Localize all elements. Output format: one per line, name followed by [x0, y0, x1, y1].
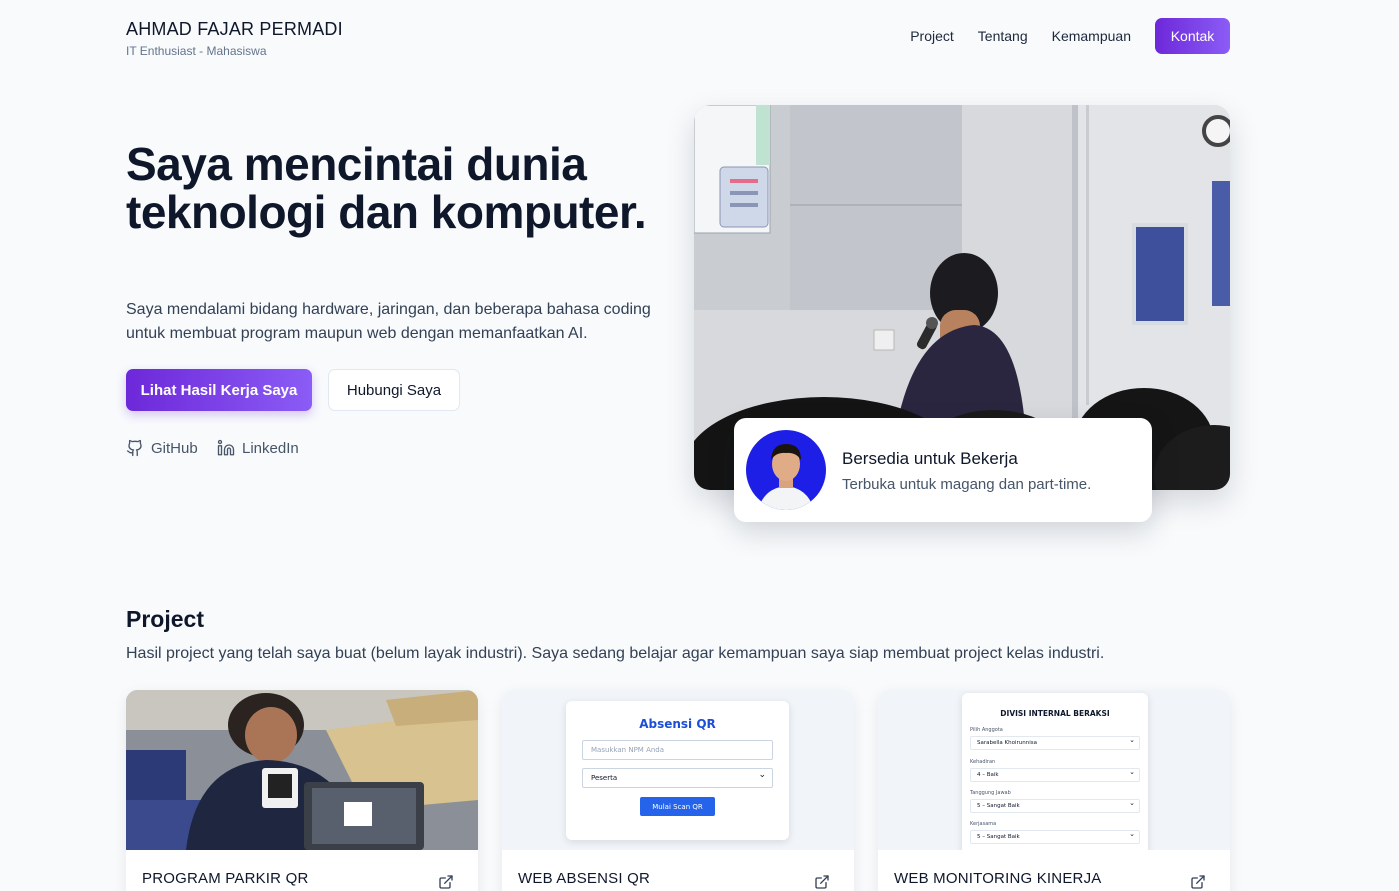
hero-description: Saya mendalami bidang hardware, jaringan…: [126, 301, 651, 342]
project-card-parkir[interactable]: PROGRAM PARKIR QR: [126, 690, 478, 891]
linkedin-link[interactable]: LinkedIn: [217, 437, 299, 459]
project-thumbnail: Absensi QR Masukkan NPM Anda Peserta Mul…: [502, 690, 854, 850]
absensi-npm-input: Masukkan NPM Anda: [582, 740, 773, 760]
github-icon: [126, 439, 142, 457]
absensi-scan-button: Mulai Scan QR: [640, 797, 715, 816]
site-header: AHMAD FAJAR PERMADI IT Enthusiast - Maha…: [126, 18, 1230, 58]
nav-link-kemampuan[interactable]: Kemampuan: [1052, 28, 1131, 44]
project-title: PROGRAM PARKIR QR: [142, 870, 309, 887]
availability-title: Bersedia untuk Bekerja: [842, 449, 1018, 468]
absensi-role-select: Peserta: [582, 768, 773, 788]
project-title: WEB ABSENSI QR: [518, 870, 650, 887]
github-label: GitHub: [151, 439, 198, 457]
monitoring-field-value: 5 – Sangat Baik: [970, 830, 1140, 844]
github-link[interactable]: GitHub: [126, 437, 198, 459]
projects-title: Project: [126, 606, 204, 632]
project-title: WEB MONITORING KINERJA: [894, 870, 1102, 887]
avatar: [746, 430, 826, 510]
monitoring-preview-title: DIVISI INTERNAL BERAKSI: [1000, 709, 1110, 718]
monitoring-field-value: Sarabella Khoirunnisa: [970, 736, 1140, 750]
external-link-icon[interactable]: [814, 874, 830, 890]
main-nav: Project Tentang Kemampuan Kontak: [886, 18, 1230, 54]
nav-link-project[interactable]: Project: [910, 28, 954, 44]
project-card-monitoring[interactable]: DIVISI INTERNAL BERAKSI Pilih Anggota Sa…: [878, 690, 1230, 891]
monitoring-preview: DIVISI INTERNAL BERAKSI Pilih Anggota Sa…: [962, 693, 1148, 850]
monitoring-field-label: Kerjasama: [970, 821, 997, 827]
brand-tagline: IT Enthusiast - Mahasiswa: [126, 44, 267, 58]
availability-subtitle: Terbuka untuk magang dan part-time.: [842, 476, 1092, 493]
project-thumbnail: DIVISI INTERNAL BERAKSI Pilih Anggota Sa…: [878, 690, 1230, 850]
monitoring-field-label: Kehadiran: [970, 759, 996, 765]
nav-link-tentang[interactable]: Tentang: [978, 28, 1028, 44]
contact-me-button[interactable]: Hubungi Saya: [328, 369, 460, 411]
brand-name[interactable]: AHMAD FAJAR PERMADI: [126, 19, 343, 40]
hero-title: Saya mencintai dunia teknologi dan kompu…: [126, 138, 647, 238]
monitoring-field-value: 4 – Baik: [970, 768, 1140, 782]
linkedin-icon: [217, 439, 235, 456]
linkedin-label: LinkedIn: [242, 439, 299, 457]
view-work-button[interactable]: Lihat Hasil Kerja Saya: [126, 369, 312, 411]
project-card-absensi[interactable]: Absensi QR Masukkan NPM Anda Peserta Mul…: [502, 690, 854, 891]
absensi-preview-title: Absensi QR: [639, 717, 716, 731]
monitoring-field-value: 5 – Sangat Baik: [970, 799, 1140, 813]
availability-card: Bersedia untuk Bekerja Terbuka untuk mag…: [734, 418, 1152, 522]
absensi-preview: Absensi QR Masukkan NPM Anda Peserta Mul…: [566, 701, 789, 840]
external-link-icon[interactable]: [438, 874, 454, 890]
monitoring-field-label: Pilih Anggota: [970, 727, 1003, 733]
project-thumbnail: [126, 690, 478, 850]
contact-button[interactable]: Kontak: [1155, 18, 1230, 54]
monitoring-field-label: Tanggung Jawab: [970, 790, 1011, 796]
external-link-icon[interactable]: [1190, 874, 1206, 890]
projects-description: Hasil project yang telah saya buat (belu…: [126, 645, 1105, 662]
